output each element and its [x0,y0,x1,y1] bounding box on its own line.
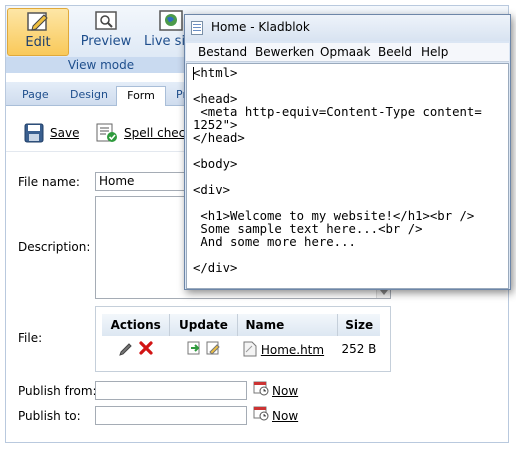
preview-button[interactable]: Preview [74,8,138,56]
publish-to-label: Publish to: [18,409,81,423]
menu-opmaak[interactable]: Opmaak [320,45,370,59]
spell-check-button[interactable]: Spell check [96,122,196,144]
edit-button[interactable]: Edit [7,8,69,56]
globe-icon [159,10,183,31]
calendar-icon[interactable] [253,380,269,396]
edit-label: Edit [25,35,51,50]
tab-design[interactable]: Design [64,86,114,106]
notepad-text-area[interactable]: <html> <head> <meta http-equiv=Content-T… [186,63,509,289]
menu-bestand[interactable]: Bestand [198,45,247,59]
pencil-icon[interactable] [118,340,134,356]
column-name: Name [237,314,339,336]
file-name-input[interactable]: Home [95,172,187,191]
name-cell: Home.htm [237,336,338,362]
save-label: Save [50,126,80,140]
edit-file-icon[interactable] [205,340,221,356]
file-name-label: File name: [18,175,80,189]
column-update: Update [169,314,238,336]
live-site-label: Live si [144,34,186,49]
delete-icon[interactable] [138,340,154,356]
notepad-content: <html> <head> <meta http-equiv=Content-T… [193,66,482,275]
notepad-title: Home - Kladblok [211,20,310,34]
publish-to-input[interactable] [95,406,247,425]
table-row: Home.htm 252 B [102,336,380,362]
text-caret [193,67,194,80]
menu-help[interactable]: Help [421,45,448,59]
file-name-link[interactable]: Home.htm [261,343,324,357]
actions-cell [102,336,170,362]
scroll-down-icon[interactable] [380,290,388,295]
menu-bewerken[interactable]: Bewerken [255,45,314,59]
size-cell: 252 B [341,342,377,356]
save-button[interactable]: Save [24,122,79,144]
preview-icon [95,11,117,30]
description-label: Description: [18,240,91,254]
upload-icon[interactable] [186,340,202,356]
publish-from-now-link[interactable]: Now [272,384,298,398]
edit-icon [27,12,48,31]
spell-check-icon [96,123,117,142]
update-cell [170,336,237,362]
tab-form[interactable]: Form [116,86,166,106]
view-mode-group-label: View mode [6,57,196,73]
notepad-title-bar[interactable]: Home - Kladblok [185,15,510,41]
file-label: File: [18,331,43,345]
notepad-menu-bar: Bestand Bewerken Opmaak Beeld Help [186,43,509,62]
floppy-icon [24,123,44,143]
file-table-header: Actions Update Name Size [102,314,380,336]
publish-to-now-link[interactable]: Now [272,409,298,423]
notepad-window: Home - Kladblok Bestand Bewerken Opmaak … [184,14,511,290]
publish-from-label: Publish from: [18,384,97,398]
preview-label: Preview [80,34,132,49]
notepad-icon [191,21,203,35]
file-table: Actions Update Name Size Home.htm 252 B [102,314,380,362]
calendar-icon[interactable] [253,405,269,421]
file-icon [243,341,257,357]
column-actions: Actions [102,314,171,336]
menu-beeld[interactable]: Beeld [378,45,412,59]
spell-check-label: Spell check [124,126,193,140]
column-size: Size [337,314,380,336]
screen: Edit Preview Live si View mode Page Desi… [0,0,516,449]
tab-page[interactable]: Page [16,86,55,106]
publish-from-input[interactable] [95,381,247,400]
